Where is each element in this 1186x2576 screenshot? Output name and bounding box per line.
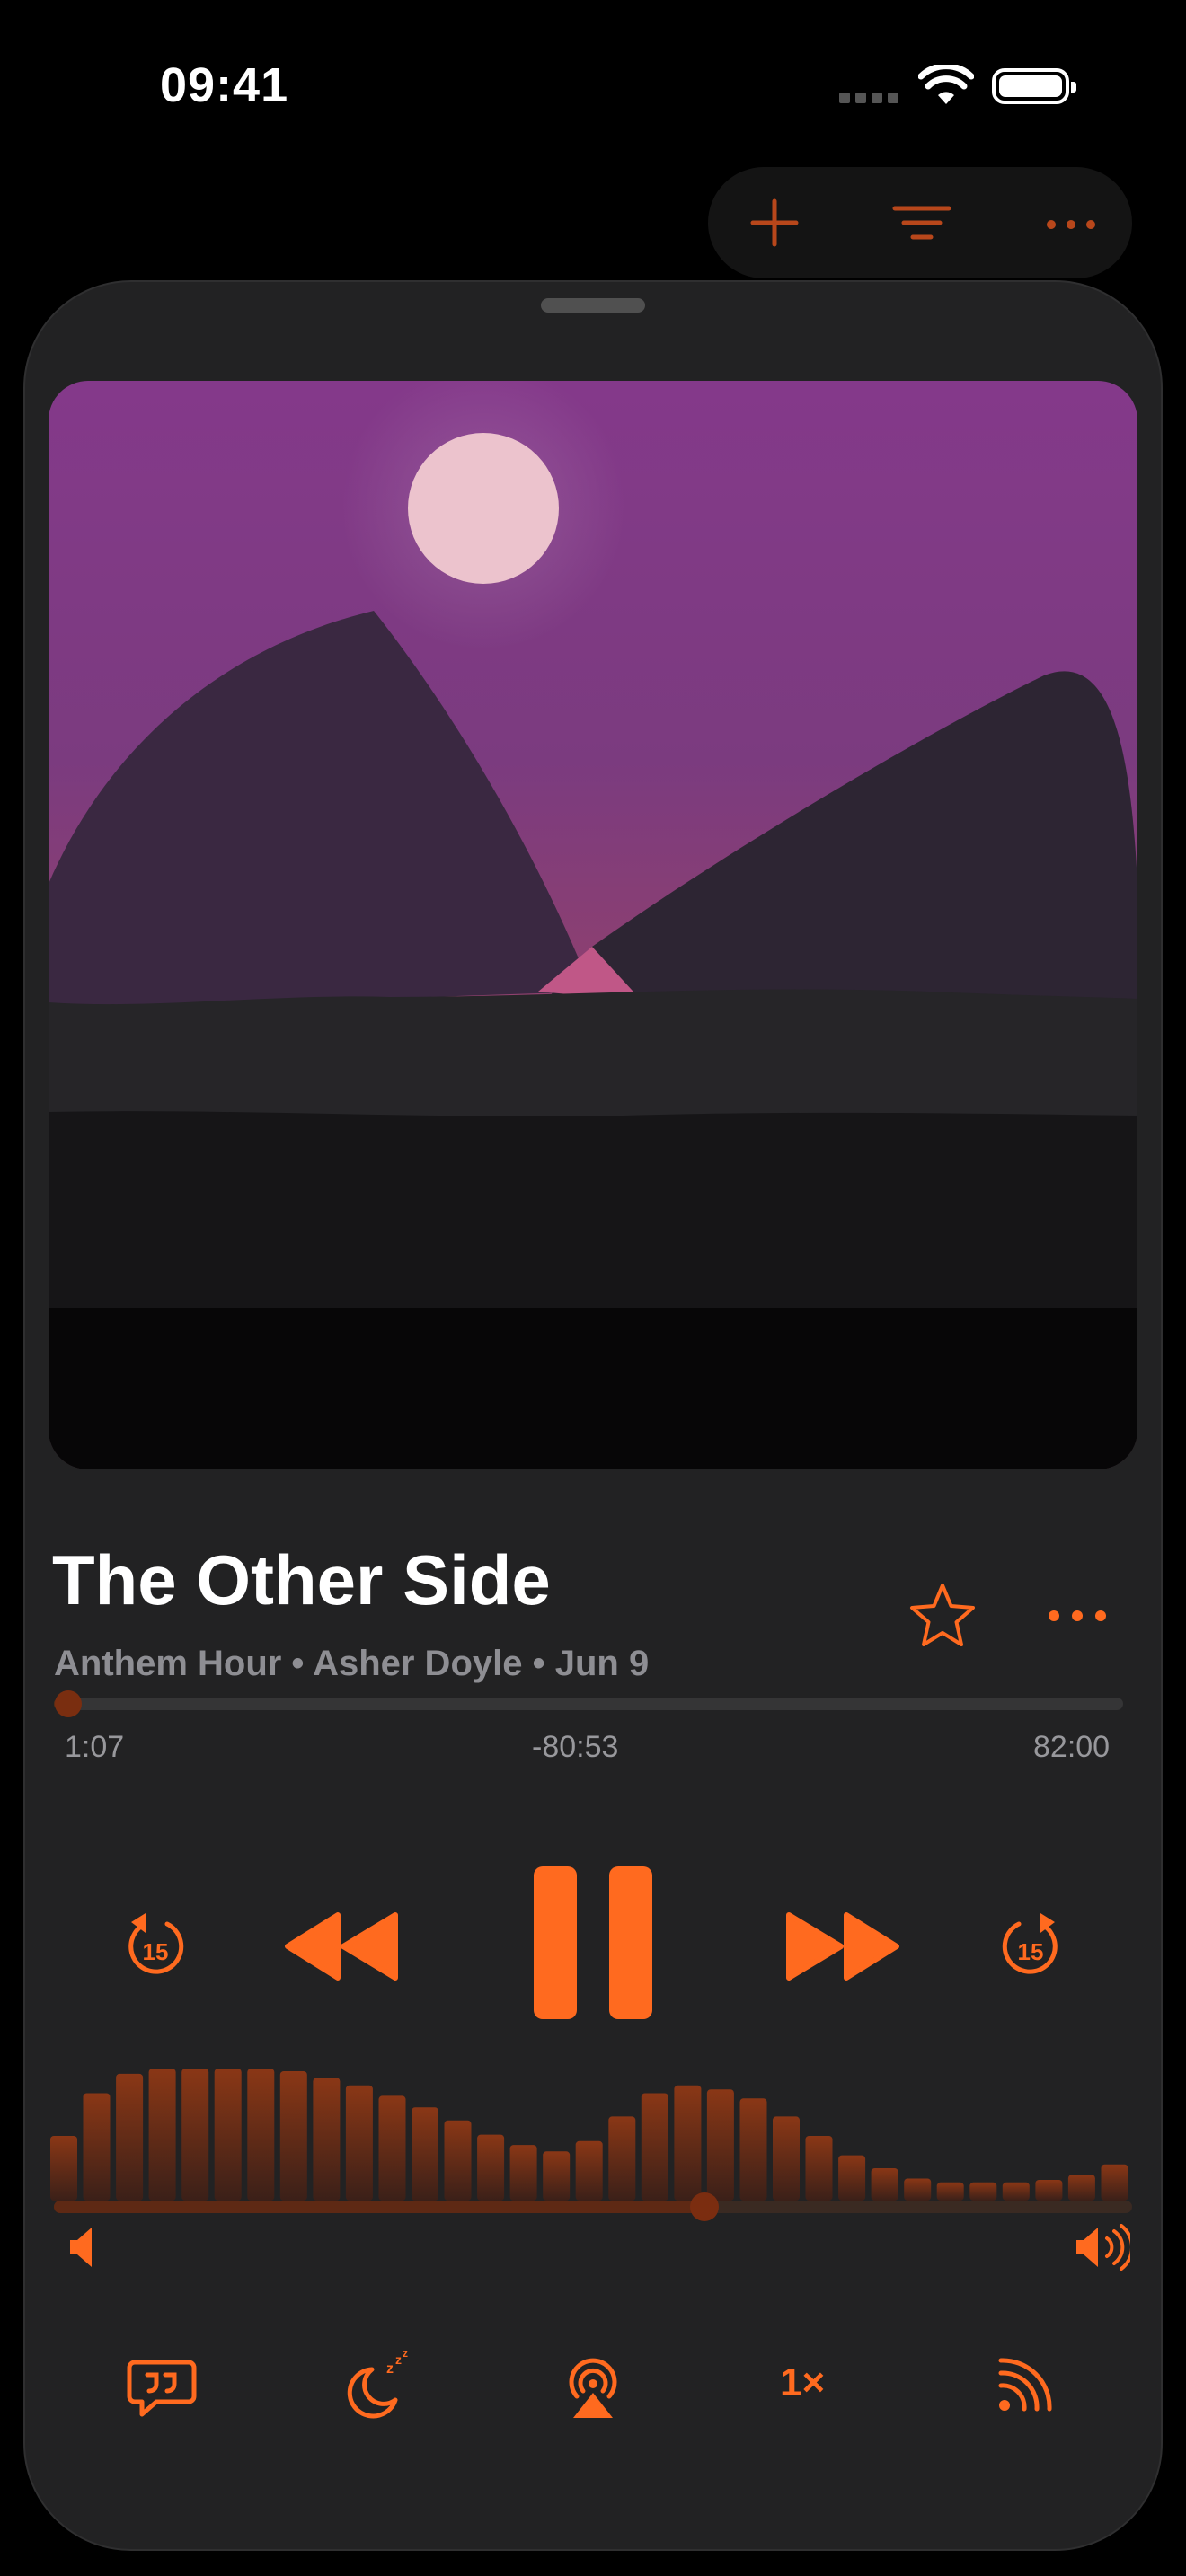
visualizer-bar [608, 2116, 636, 2201]
skip-forward-seconds: 15 [1018, 1938, 1044, 1965]
svg-text:z: z [395, 2352, 402, 2367]
skip-forward-15-button[interactable]: 15 [999, 1910, 1064, 1981]
visualizer-bar [1002, 2182, 1030, 2201]
sleep-timer-icon[interactable]: z z z [341, 2350, 413, 2422]
airplay-icon[interactable] [557, 2350, 629, 2422]
volume-knob[interactable] [689, 2192, 719, 2221]
status-bar: 09:41 [0, 0, 1186, 171]
visualizer-bar [412, 2107, 438, 2201]
visualizer-bar [805, 2136, 833, 2201]
volume-visualizer [50, 2069, 1128, 2201]
visualizer-bar [181, 2069, 209, 2201]
more-horizontal-icon[interactable] [1039, 190, 1103, 255]
visualizer-bar [214, 2069, 242, 2201]
remaining-time: -80:53 [532, 1730, 619, 1764]
visualizer-bar [543, 2151, 571, 2201]
visualizer-bar [838, 2155, 866, 2201]
skip-back-15-button[interactable]: 15 [122, 1910, 187, 1981]
moon-shape [408, 433, 559, 584]
visualizer-bar [969, 2182, 997, 2201]
status-time: 09:41 [160, 58, 289, 112]
episode-title: The Other Side [52, 1540, 551, 1619]
visualizer-bar [575, 2140, 603, 2201]
plus-icon[interactable] [742, 190, 807, 255]
svg-text:z: z [403, 2350, 408, 2360]
visualizer-bar [1067, 2175, 1095, 2201]
visualizer-bar [116, 2073, 144, 2201]
sheet-grabber[interactable] [541, 298, 645, 313]
episode-meta[interactable]: Anthem Hour • Asher Doyle • Jun 9 [54, 1644, 649, 1684]
visualizer-bar [247, 2069, 275, 2201]
volume-high-icon [1076, 2224, 1130, 2271]
pause-button[interactable] [532, 1865, 654, 2021]
visualizer-bar [739, 2098, 767, 2201]
episode-more-icon[interactable] [1046, 1595, 1109, 1636]
elapsed-time: 1:07 [65, 1730, 125, 1764]
playback-speed-icon[interactable]: 1× [780, 2360, 825, 2405]
top-action-bar [708, 167, 1132, 278]
wifi-icon [918, 65, 974, 104]
playback-scrubber[interactable] [54, 1690, 1123, 1717]
visualizer-bar [279, 2071, 307, 2201]
broadcast-icon[interactable] [988, 2350, 1060, 2422]
visualizer-bar [477, 2134, 505, 2201]
visualizer-bar [509, 2145, 537, 2201]
cellular-signal-icon [839, 92, 904, 108]
visualizer-bar [378, 2095, 406, 2201]
chapters-icon[interactable] [126, 2350, 198, 2422]
visualizer-bar [904, 2178, 932, 2201]
visualizer-bar [871, 2168, 898, 2201]
visualizer-bar [936, 2182, 964, 2201]
visualizer-bar [674, 2085, 702, 2201]
duration-time: 82:00 [1033, 1730, 1111, 1764]
visualizer-bar [148, 2069, 176, 2201]
visualizer-bar [706, 2089, 734, 2201]
visualizer-bar [83, 2093, 111, 2201]
filter-icon[interactable] [890, 190, 954, 255]
scrubber-knob[interactable] [55, 1690, 83, 1717]
visualizer-bar [345, 2085, 373, 2201]
fast-forward-button[interactable] [783, 1910, 900, 1983]
svg-text:z: z [386, 2361, 394, 2377]
battery-icon [992, 68, 1076, 104]
visualizer-bar [641, 2093, 668, 2201]
visualizer-bar [773, 2116, 800, 2201]
volume-slider[interactable] [54, 2192, 1132, 2221]
visualizer-bar [50, 2136, 77, 2201]
episode-artwork [49, 381, 1137, 1469]
visualizer-bar [1101, 2164, 1128, 2201]
rewind-button[interactable] [284, 1910, 401, 1983]
visualizer-bar [444, 2120, 472, 2201]
star-icon[interactable] [907, 1581, 978, 1651]
volume-low-icon [70, 2228, 92, 2267]
visualizer-bar [1035, 2180, 1063, 2201]
visualizer-bar [313, 2078, 341, 2201]
volume-level [54, 2201, 704, 2213]
skip-back-seconds: 15 [143, 1938, 169, 1965]
